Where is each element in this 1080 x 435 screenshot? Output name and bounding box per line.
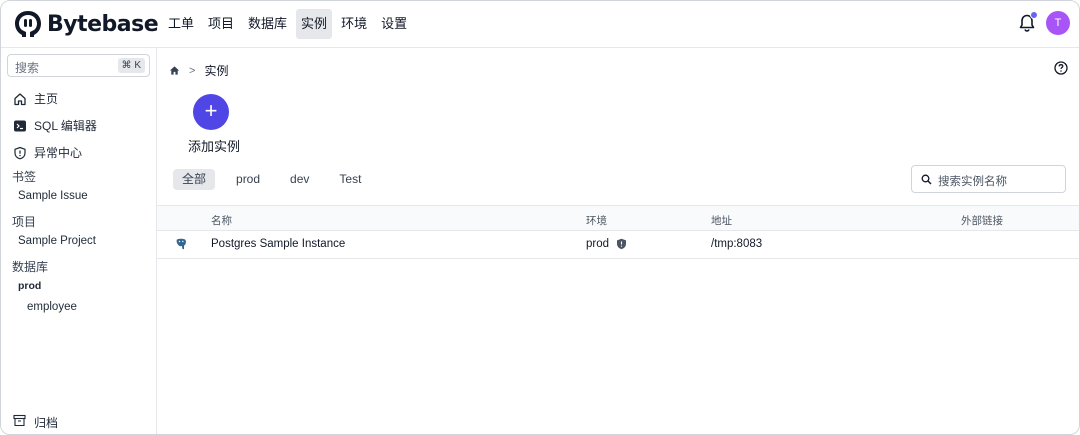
environment-filter-tabs: 全部 prod dev Test <box>173 169 382 190</box>
instance-name-cell[interactable]: Postgres Sample Instance <box>211 238 345 250</box>
filter-tab-all[interactable]: 全部 <box>173 169 216 190</box>
brand-name: Bytebase <box>47 11 159 37</box>
nav-item-issues[interactable]: 工单 <box>163 9 199 39</box>
nav-item-instances[interactable]: 实例 <box>296 9 333 39</box>
plus-icon: + <box>204 98 218 123</box>
user-avatar[interactable]: T <box>1046 11 1070 35</box>
table-row[interactable]: Postgres Sample Instance prod /tmp:8083 <box>157 231 1079 259</box>
sidebar-item-label: 主页 <box>34 92 59 106</box>
search-icon <box>921 174 932 185</box>
home-icon <box>14 92 26 105</box>
sidebar: 搜索 ⌘ K 主页 SQL 编辑器 异常中心 书签 Sample Issue 项… <box>1 48 157 434</box>
sidebar-search-input[interactable]: 搜索 ⌘ K <box>7 54 150 77</box>
sidebar-section-projects: 项目 <box>12 215 37 229</box>
filter-tab-prod[interactable]: prod <box>227 169 269 190</box>
instance-environment-cell: prod <box>586 238 610 250</box>
home-breadcrumb-icon[interactable] <box>169 65 180 76</box>
instance-search-input[interactable]: 搜索实例名称 <box>911 165 1066 193</box>
brand-logo[interactable]: Bytebase <box>13 9 159 39</box>
sidebar-item-label: 异常中心 <box>34 146 83 160</box>
database-environment-label[interactable]: prod <box>18 280 41 292</box>
nav-item-projects[interactable]: 项目 <box>203 9 239 39</box>
project-item[interactable]: Sample Project <box>18 235 96 247</box>
sidebar-item-label: SQL 编辑器 <box>34 119 97 133</box>
bookmark-item[interactable]: Sample Issue <box>18 190 88 202</box>
column-header-external-link[interactable]: 外部链接 <box>961 213 1003 228</box>
nav-item-settings[interactable]: 设置 <box>376 9 412 39</box>
column-header-environment[interactable]: 环境 <box>586 213 607 228</box>
terminal-icon <box>14 120 26 131</box>
protected-shield-icon <box>617 238 626 250</box>
breadcrumb: > 实例 <box>169 62 228 79</box>
column-header-address[interactable]: 地址 <box>711 213 732 228</box>
archive-icon[interactable] <box>13 414 26 427</box>
search-shortcut-badge: ⌘ K <box>117 58 145 73</box>
bytebase-logo-icon <box>15 11 41 37</box>
nav-item-environments[interactable]: 环境 <box>336 9 372 39</box>
sidebar-section-bookmarks: 书签 <box>12 170 37 184</box>
help-icon[interactable] <box>1054 61 1068 75</box>
app-window: Bytebase 工单 项目 数据库 实例 环境 设置 T 搜索 ⌘ K 主页 <box>0 0 1080 435</box>
database-item[interactable]: employee <box>27 301 77 313</box>
sidebar-section-databases: 数据库 <box>12 260 49 274</box>
sidebar-item-anomaly-center[interactable]: 异常中心 <box>13 144 82 161</box>
main-content: > 实例 + 添加实例 全部 prod dev Test 搜索实例名称 名称 环… <box>157 48 1079 434</box>
nav-item-databases[interactable]: 数据库 <box>243 9 292 39</box>
sidebar-search-placeholder: 搜索 <box>15 61 40 75</box>
archive-label[interactable]: 归档 <box>34 414 58 431</box>
column-header-name[interactable]: 名称 <box>211 213 232 228</box>
notification-dot <box>1030 11 1038 19</box>
postgres-icon <box>176 238 186 250</box>
add-instance-button[interactable]: + <box>193 94 229 130</box>
add-instance-label[interactable]: 添加实例 <box>188 136 240 155</box>
sidebar-item-sql-editor[interactable]: SQL 编辑器 <box>13 117 97 134</box>
filter-tab-test[interactable]: Test <box>330 169 370 190</box>
instance-address-cell: /tmp:8083 <box>711 238 763 250</box>
table-header: 名称 环境 地址 外部链接 <box>157 205 1079 231</box>
shield-alert-icon <box>14 146 26 159</box>
chevron-right-icon: > <box>189 64 196 77</box>
sidebar-item-home[interactable]: 主页 <box>13 90 58 107</box>
filter-tab-dev[interactable]: dev <box>281 169 318 190</box>
breadcrumb-current: 实例 <box>204 64 229 78</box>
main-nav: 工单 项目 数据库 实例 环境 设置 <box>163 9 416 39</box>
top-header: Bytebase 工单 项目 数据库 实例 环境 设置 T <box>1 1 1079 48</box>
instance-search-placeholder: 搜索实例名称 <box>938 176 1007 188</box>
